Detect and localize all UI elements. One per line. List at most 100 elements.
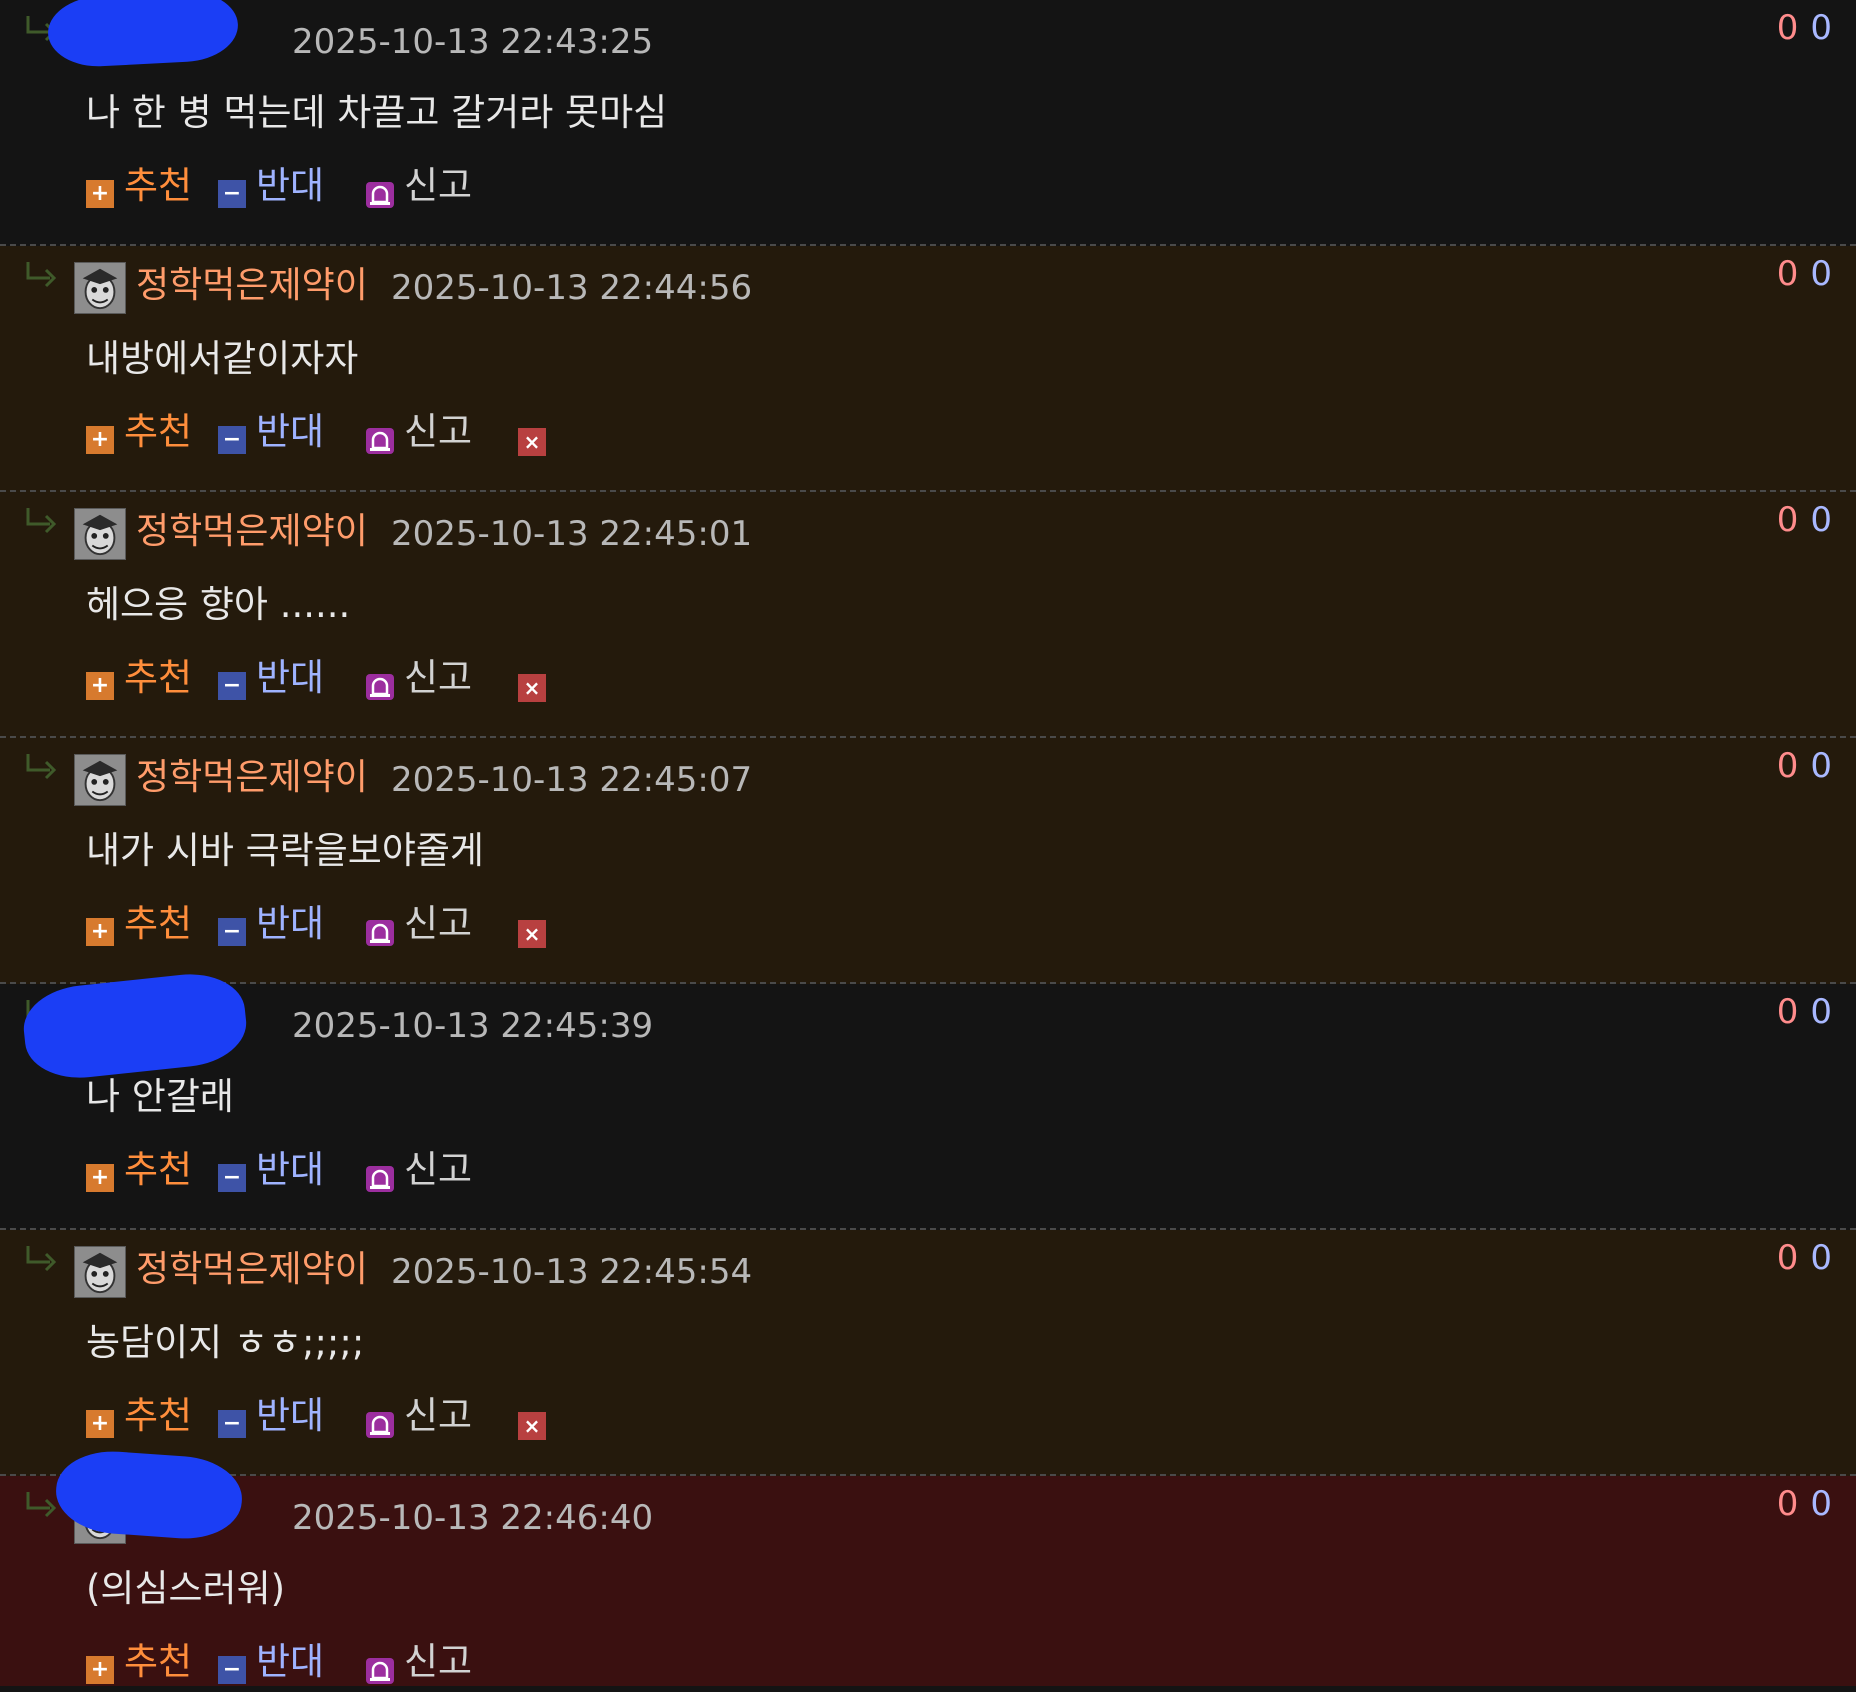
recommend-button[interactable]: + 추천 [86, 1640, 198, 1688]
upvote-count: 0 [1776, 1238, 1799, 1278]
vote-counts: 00 [1777, 500, 1832, 540]
user-avatar[interactable] [74, 262, 126, 314]
close-icon: × [518, 428, 546, 456]
siren-icon [366, 920, 394, 946]
comment-author[interactable]: 정학먹은제약이 [136, 1244, 368, 1296]
report-label: 신고 [404, 164, 473, 207]
siren-icon [366, 1412, 394, 1438]
report-label: 신고 [404, 410, 473, 453]
oppose-button[interactable]: − 반대 [218, 656, 330, 704]
reply-arrow-icon [24, 752, 60, 782]
recommend-button[interactable]: + 추천 [86, 164, 198, 212]
recommend-label: 추천 [124, 902, 193, 945]
comment-author[interactable]: 정학먹은제약이 [136, 260, 368, 312]
oppose-label: 반대 [256, 164, 325, 207]
close-icon: × [518, 1412, 546, 1440]
oppose-label: 반대 [256, 410, 325, 453]
minus-icon: − [218, 918, 246, 946]
comment-timestamp: 2025-10-13 22:46:40 [292, 1498, 654, 1538]
comment-item: 2025-10-13 22:43:25 0 0 나 한 병 먹는데 차끌고 갈거라 못… [0, 0, 1856, 246]
minus-icon: − [218, 180, 246, 208]
plus-icon: + [86, 426, 114, 454]
siren-icon [366, 674, 394, 700]
close-icon: × [518, 674, 546, 702]
report-button[interactable]: 신고 [366, 902, 478, 950]
downvote-count: 0 [1810, 1238, 1832, 1278]
recommend-button[interactable]: + 추천 [86, 410, 198, 458]
recommend-button[interactable]: + 추천 [86, 656, 198, 704]
oppose-button[interactable]: − 반대 [218, 1640, 330, 1688]
reply-arrow-icon [24, 1490, 60, 1520]
oppose-label: 반대 [256, 1394, 325, 1437]
siren-icon [366, 1658, 394, 1684]
report-label: 신고 [404, 902, 473, 945]
reply-arrow-icon [24, 506, 60, 536]
report-button[interactable]: 신고 [366, 164, 478, 212]
minus-icon: − [218, 1164, 246, 1192]
report-button[interactable]: 신고 [366, 1394, 478, 1442]
comment-item: 정학먹은제약이 2025-10-13 22:45:07 0 0 내가 시바 극락을보야줄… [0, 738, 1856, 984]
comment-text: 나 한 병 먹는데 차끌고 갈거라 못마심 [86, 91, 668, 134]
redaction-scribble [19, 968, 251, 1084]
oppose-button[interactable]: − 반대 [218, 164, 330, 212]
user-avatar[interactable] [74, 508, 126, 560]
comment-item: 정학먹은제약이 2025-10-13 22:45:01 0 0 헤으응 향아 .....… [0, 492, 1856, 738]
comment-timestamp: 2025-10-13 22:45:01 [391, 514, 753, 554]
downvote-count: 0 [1810, 254, 1832, 294]
minus-icon: − [218, 1410, 246, 1438]
recommend-button[interactable]: + 추천 [86, 1394, 198, 1442]
downvote-count: 0 [1810, 746, 1832, 786]
recommend-button[interactable]: + 추천 [86, 902, 198, 950]
plus-icon: + [86, 180, 114, 208]
comment-item: 정학먹은제약이 2025-10-13 22:45:54 0 0 농담이지 ㅎㅎ;;;;;… [0, 1230, 1856, 1476]
report-button[interactable]: 신고 [366, 410, 478, 458]
report-label: 신고 [404, 1640, 473, 1683]
oppose-label: 반대 [256, 1640, 325, 1683]
comment-item: 2025-10-13 22:45:39 0 0 나 안갈래 + 추천 − 반대 신고 [0, 968, 1856, 1230]
delete-button[interactable]: × [518, 656, 546, 704]
comment-text: 헤으응 향아 ...... [86, 583, 351, 626]
vote-counts: 00 [1777, 746, 1832, 786]
comment-author[interactable]: 정학먹은제약이 [136, 752, 368, 804]
redaction-scribble [46, 0, 240, 69]
delete-button[interactable]: × [518, 410, 546, 458]
comment-item: 2025-10-13 22:46:40 0 0 (의심스러워) + 추천 − 반대 신고 [0, 1447, 1856, 1688]
downvote-count: 0 [1810, 8, 1832, 48]
report-button[interactable]: 신고 [366, 1148, 478, 1196]
comment-text: 농담이지 ㅎㅎ;;;;; [86, 1321, 365, 1364]
user-avatar[interactable] [74, 754, 126, 806]
oppose-button[interactable]: − 반대 [218, 902, 330, 950]
comment-timestamp: 2025-10-13 22:45:54 [391, 1252, 753, 1292]
comment-timestamp: 2025-10-13 22:45:07 [391, 760, 753, 800]
comment-list: 2025-10-13 22:43:25 0 0 나 한 병 먹는데 차끌고 갈거라 못… [0, 0, 1856, 1686]
delete-button[interactable]: × [518, 1394, 546, 1442]
oppose-button[interactable]: − 반대 [218, 1148, 330, 1196]
comment-text: 나 안갈래 [86, 1075, 234, 1118]
report-label: 신고 [404, 1148, 473, 1191]
downvote-count: 0 [1810, 992, 1832, 1032]
minus-icon: − [218, 426, 246, 454]
comment-timestamp: 2025-10-13 22:45:39 [292, 1006, 654, 1046]
report-button[interactable]: 신고 [366, 656, 478, 704]
oppose-label: 반대 [256, 902, 325, 945]
recommend-button[interactable]: + 추천 [86, 1148, 198, 1196]
upvote-count: 0 [1776, 8, 1799, 48]
oppose-button[interactable]: − 반대 [218, 410, 330, 458]
user-avatar[interactable] [74, 1246, 126, 1298]
minus-icon: − [218, 672, 246, 700]
report-button[interactable]: 신고 [366, 1640, 478, 1688]
siren-icon [366, 1166, 394, 1192]
comment-author[interactable]: 정학먹은제약이 [136, 506, 368, 558]
delete-button[interactable]: × [518, 902, 546, 950]
upvote-count: 0 [1776, 746, 1799, 786]
plus-icon: + [86, 918, 114, 946]
upvote-count: 0 [1776, 500, 1799, 540]
reply-arrow-icon [24, 1244, 60, 1274]
recommend-label: 추천 [124, 1148, 193, 1191]
upvote-count: 0 [1776, 1484, 1799, 1524]
oppose-button[interactable]: − 반대 [218, 1394, 330, 1442]
plus-icon: + [86, 1410, 114, 1438]
reply-arrow-icon [24, 260, 60, 290]
close-icon: × [518, 920, 546, 948]
upvote-count: 0 [1776, 254, 1799, 294]
